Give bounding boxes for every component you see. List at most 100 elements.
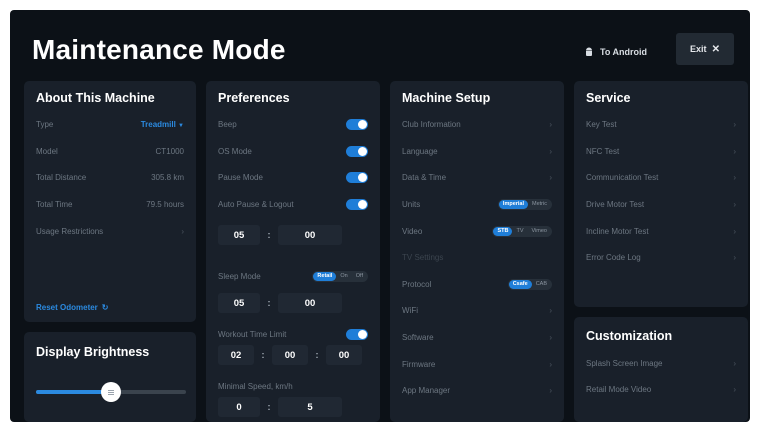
machine-setup-card: Machine Setup Club Information › Languag… [390, 81, 564, 422]
chevron-right-icon: › [549, 305, 552, 315]
workout-seconds[interactable]: 00 [326, 345, 362, 365]
chevron-right-icon: › [549, 359, 552, 369]
customization-item-retail-video[interactable]: Retail Mode Video › [586, 382, 736, 396]
customization-item-splash-screen[interactable]: Splash Screen Image › [586, 356, 736, 370]
type-row[interactable]: Type Treadmill ▼ [36, 117, 184, 131]
sleep-seconds[interactable]: 00 [278, 293, 342, 313]
sleep-time: 05 : 00 [218, 293, 368, 313]
workout-hours[interactable]: 02 [218, 345, 254, 365]
firmware-row[interactable]: Firmware › [402, 357, 552, 371]
video-row: Video STB TV Vimeo [402, 224, 552, 238]
video-option-stb[interactable]: STB [493, 226, 513, 236]
sleep-option-off[interactable]: Off [352, 272, 367, 281]
customization-title: Customization [586, 329, 673, 343]
auto-pause-minutes[interactable]: 05 [218, 225, 260, 245]
customization-card: Customization Splash Screen Image › Reta… [574, 317, 748, 422]
beep-toggle[interactable] [346, 118, 368, 130]
time-separator: : [267, 230, 271, 240]
refresh-icon: ↻ [101, 303, 109, 312]
app-manager-row[interactable]: App Manager › [402, 383, 552, 397]
to-android-button[interactable]: To Android [584, 40, 647, 64]
service-item-error-code-log[interactable]: Error Code Log › [586, 250, 736, 264]
chevron-right-icon: › [549, 332, 552, 342]
service-card: Service Key Test › NFC Test › Communicat… [574, 81, 748, 307]
service-item-label: NFC Test [586, 146, 620, 156]
reset-odometer-button[interactable]: Reset Odometer ↻ [36, 303, 109, 312]
video-segmented[interactable]: STB TV Vimeo [492, 225, 552, 237]
time-separator: : [261, 350, 265, 360]
caret-down-icon: ▼ [178, 122, 184, 129]
exit-button[interactable]: Exit ✕ [676, 33, 734, 65]
units-row: Units Imperial Metric [402, 197, 552, 211]
preferences-title: Preferences [218, 91, 290, 105]
decimal-separator: : [267, 402, 271, 412]
close-icon: ✕ [711, 43, 720, 55]
chevron-right-icon: › [549, 146, 552, 156]
sleep-minutes[interactable]: 05 [218, 293, 260, 313]
protocol-label: Protocol [402, 279, 432, 289]
page-title: Maintenance Mode [32, 34, 286, 65]
pause-mode-label: Pause Mode [218, 172, 263, 182]
units-option-imperial[interactable]: Imperial [498, 199, 529, 209]
service-item-label: Drive Motor Test [586, 199, 645, 209]
os-mode-toggle[interactable] [346, 145, 368, 157]
chevron-right-icon: › [733, 172, 736, 182]
service-item-incline-motor-test[interactable]: Incline Motor Test › [586, 224, 736, 238]
os-mode-label: OS Mode [218, 146, 252, 156]
type-select[interactable]: Treadmill ▼ [141, 120, 184, 129]
brightness-slider-fill [36, 390, 111, 394]
time-row: Total Time 79.5 hours [36, 197, 184, 211]
software-row[interactable]: Software › [402, 330, 552, 344]
chevron-right-icon: › [733, 226, 736, 236]
units-option-metric[interactable]: Metric [528, 200, 551, 209]
sleep-mode-segmented[interactable]: Retail On Off [312, 270, 368, 282]
speed-integer[interactable]: 0 [218, 397, 260, 417]
sleep-option-retail[interactable]: Retail [313, 271, 337, 281]
workout-minutes[interactable]: 00 [272, 345, 308, 365]
service-item-key-test[interactable]: Key Test › [586, 117, 736, 131]
workout-limit-toggle[interactable] [346, 328, 368, 340]
date-time-row[interactable]: Data & Time › [402, 170, 552, 184]
language-row[interactable]: Language › [402, 144, 552, 158]
sleep-option-on[interactable]: On [336, 272, 351, 281]
about-machine-card: About This Machine Type Treadmill ▼ Mode… [24, 81, 196, 322]
video-option-tv[interactable]: TV [512, 227, 527, 236]
protocol-option-csafe[interactable]: Csafe [508, 279, 532, 289]
customization-item-label: Splash Screen Image [586, 358, 663, 368]
grip-icon [108, 391, 114, 393]
about-machine-title: About This Machine [36, 91, 155, 105]
auto-pause-time: 05 : 00 [218, 225, 368, 245]
pause-mode-toggle[interactable] [346, 171, 368, 183]
brightness-slider[interactable] [36, 382, 186, 402]
time-value: 79.5 hours [146, 199, 184, 209]
type-label: Type [36, 119, 54, 129]
video-option-vimeo[interactable]: Vimeo [528, 227, 552, 236]
club-info-row[interactable]: Club Information › [402, 117, 552, 131]
model-value: CT1000 [155, 146, 184, 156]
date-time-label: Data & Time [402, 172, 447, 182]
service-item-drive-motor-test[interactable]: Drive Motor Test › [586, 197, 736, 211]
workout-time: 02 : 00 : 00 [218, 345, 368, 365]
protocol-option-cab[interactable]: CAB [532, 280, 551, 289]
speed-decimal[interactable]: 5 [278, 397, 342, 417]
service-item-label: Incline Motor Test [586, 226, 649, 236]
type-value: Treadmill [140, 119, 176, 129]
usage-restrictions-row[interactable]: Usage Restrictions › [36, 224, 184, 238]
reset-odometer-label: Reset Odometer [36, 303, 98, 312]
chevron-right-icon: › [733, 358, 736, 368]
protocol-segmented[interactable]: Csafe CAB [507, 278, 552, 290]
wifi-row[interactable]: WiFi › [402, 303, 552, 317]
auto-pause-seconds[interactable]: 00 [278, 225, 342, 245]
time-separator: : [267, 298, 271, 308]
chevron-right-icon: › [733, 199, 736, 209]
protocol-row: Protocol Csafe CAB [402, 277, 552, 291]
service-item-communication-test[interactable]: Communication Test › [586, 170, 736, 184]
os-mode-row: OS Mode [218, 144, 368, 158]
service-item-nfc-test[interactable]: NFC Test › [586, 144, 736, 158]
units-label: Units [402, 199, 421, 209]
brightness-slider-thumb[interactable] [101, 382, 121, 402]
auto-pause-toggle[interactable] [346, 198, 368, 210]
display-brightness-title: Display Brightness [36, 345, 150, 359]
units-segmented[interactable]: Imperial Metric [497, 198, 552, 210]
to-android-label: To Android [600, 47, 647, 57]
